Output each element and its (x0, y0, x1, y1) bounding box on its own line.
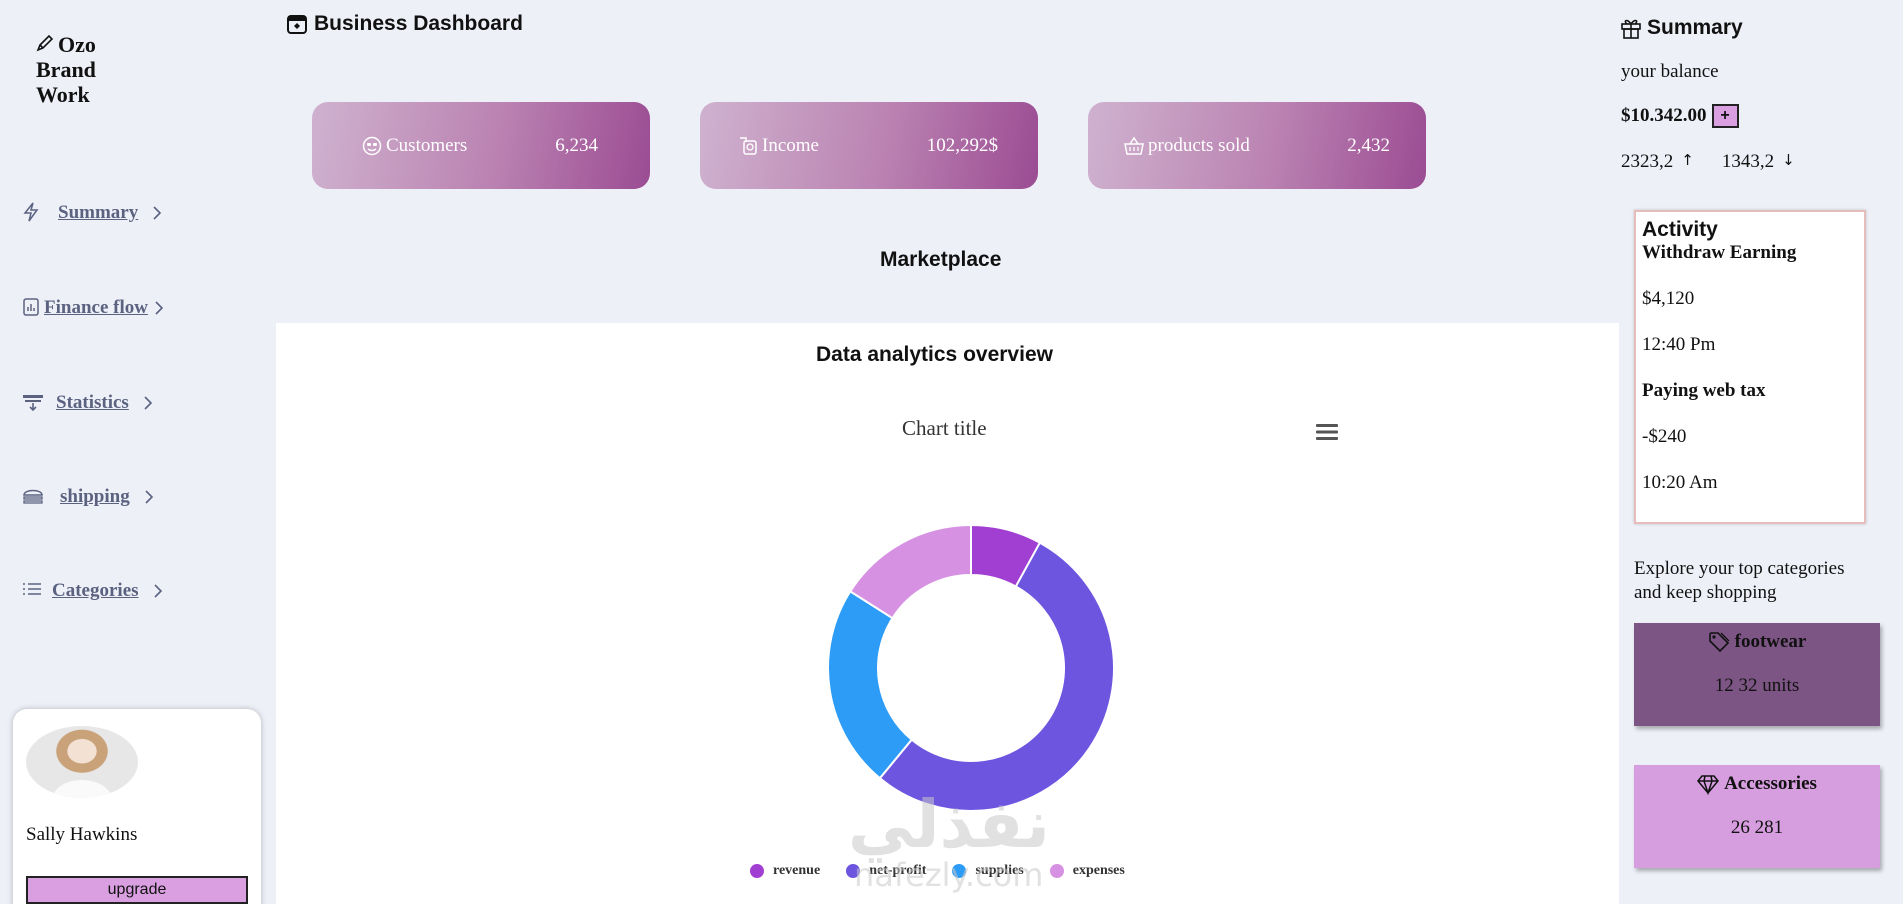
diamond-icon (1697, 773, 1720, 796)
arrow-up-icon: ↑ (1681, 151, 1694, 169)
chevron-right-icon (153, 584, 162, 598)
watermark-arabic: نفذلي (848, 786, 1050, 863)
activity-title: Activity (1642, 218, 1718, 241)
activity-item-time: 12:40 Pm (1642, 334, 1716, 355)
stat-card-customers: Customers 6,234 (312, 102, 650, 189)
avatar (26, 726, 138, 798)
up-value: 2323,2 (1621, 151, 1674, 172)
finance-chart-icon (22, 297, 44, 319)
hamburger-menu-icon[interactable] (1316, 423, 1338, 441)
stat-card-income: Income 102,292$ (700, 102, 1038, 189)
chevron-right-icon (145, 490, 153, 504)
page-title-text: Business Dashboard (314, 12, 523, 35)
stat-value: 6,234 (555, 134, 598, 156)
arrow-down-icon: ↓ (1782, 151, 1795, 169)
sidebar-item-label[interactable]: Summary (58, 202, 138, 224)
category-card-footwear[interactable]: footwear 12 32 units (1634, 623, 1880, 726)
stat-label: products sold (1148, 134, 1250, 156)
sidebar-item-label[interactable]: Categories (52, 580, 139, 602)
summary-title-text: Summary (1647, 16, 1743, 39)
sidebar-item-shipping[interactable]: shipping (22, 486, 156, 508)
stat-card-products-sold: products sold 2,432 (1088, 102, 1426, 189)
donut-slice-supplies[interactable] (827, 589, 914, 780)
stat-label: Customers (386, 134, 468, 156)
gift-icon (1620, 17, 1642, 39)
add-balance-button[interactable]: + (1711, 104, 1739, 128)
activity-item-title: Paying web tax (1642, 380, 1766, 401)
burger-icon (22, 486, 44, 508)
activity-item-title: Withdraw Earning (1642, 242, 1797, 263)
sidebar-item-summary[interactable]: Summary (22, 202, 164, 224)
legend-marker (750, 864, 764, 878)
cash-icon (738, 136, 758, 156)
activity-item-amount: -$240 (1642, 426, 1687, 447)
sidebar-item-finance-flow[interactable]: Finance flow (22, 297, 166, 319)
balance-value: $10.342.00 (1621, 105, 1707, 126)
category-units: 12 32 units (1714, 675, 1800, 696)
legend-item-expenses[interactable]: expenses (1049, 863, 1125, 879)
activity-item-amount: $4,120 (1642, 288, 1695, 309)
chevron-right-icon (155, 301, 164, 315)
activity-card: Activity Withdraw Earning $4,120 12:40 P… (1634, 210, 1866, 524)
tag-icon (1708, 631, 1730, 653)
chevron-right-icon (144, 396, 152, 410)
analytics-title: Data analytics overview (816, 343, 1053, 366)
explore-text: Explore your top categories and keep sho… (1634, 558, 1845, 603)
lightning-icon (22, 202, 44, 224)
section-title-marketplace: Marketplace (880, 248, 1002, 271)
legend-marker (1049, 864, 1064, 878)
activity-item-time: 10:20 Am (1642, 472, 1718, 493)
category-name: footwear (1734, 631, 1807, 652)
smiley-icon (362, 136, 382, 156)
chart-title: Chart title (902, 416, 987, 440)
balance-changes: 2323,2 ↑ 1343,2 ↓ (1621, 151, 1823, 173)
balance-row: $10.342.00 + (1621, 104, 1739, 128)
legend-label: expenses (1072, 863, 1125, 878)
legend-item-revenue[interactable]: revenue (750, 863, 820, 879)
category-name: Accessories (1724, 773, 1817, 794)
page-title: Business Dashboard (286, 12, 523, 36)
stat-value: 2,432 (1347, 134, 1390, 156)
stat-value: 102,292$ (926, 134, 998, 156)
chevron-right-icon (153, 206, 162, 220)
down-value: 1343,2 (1721, 151, 1775, 172)
category-units: 26 281 (1730, 817, 1784, 838)
legend-label: revenue (773, 863, 821, 878)
category-card-accessories[interactable]: Accessories 26 281 (1634, 765, 1880, 868)
upgrade-button[interactable]: upgrade (26, 876, 248, 904)
list-icon (22, 580, 44, 602)
sidebar-item-label[interactable]: Finance flow (44, 297, 148, 319)
sidebar-item-statistics[interactable]: Statistics (22, 392, 155, 414)
stat-label: Income (762, 134, 819, 156)
pen-icon (36, 32, 58, 57)
balance-label: your balance (1621, 61, 1719, 82)
sidebar-item-label[interactable]: Statistics (56, 392, 129, 414)
sidebar-item-label[interactable]: shipping (60, 486, 130, 508)
profile-name: Sally Hawkins (26, 824, 138, 845)
summary-title: Summary (1620, 16, 1743, 40)
watermark-latin: nafezly.com (854, 856, 1044, 894)
basket-icon (1124, 136, 1144, 156)
calendar-icon (286, 13, 308, 35)
statistics-icon (22, 392, 44, 414)
watermark: نفذلي nafezly.com (848, 786, 1050, 894)
profile-card: Sally Hawkins upgrade (13, 709, 261, 904)
sidebar-item-categories[interactable]: Categories (22, 580, 165, 602)
brand-logo: Ozo Brand Work (36, 32, 126, 107)
